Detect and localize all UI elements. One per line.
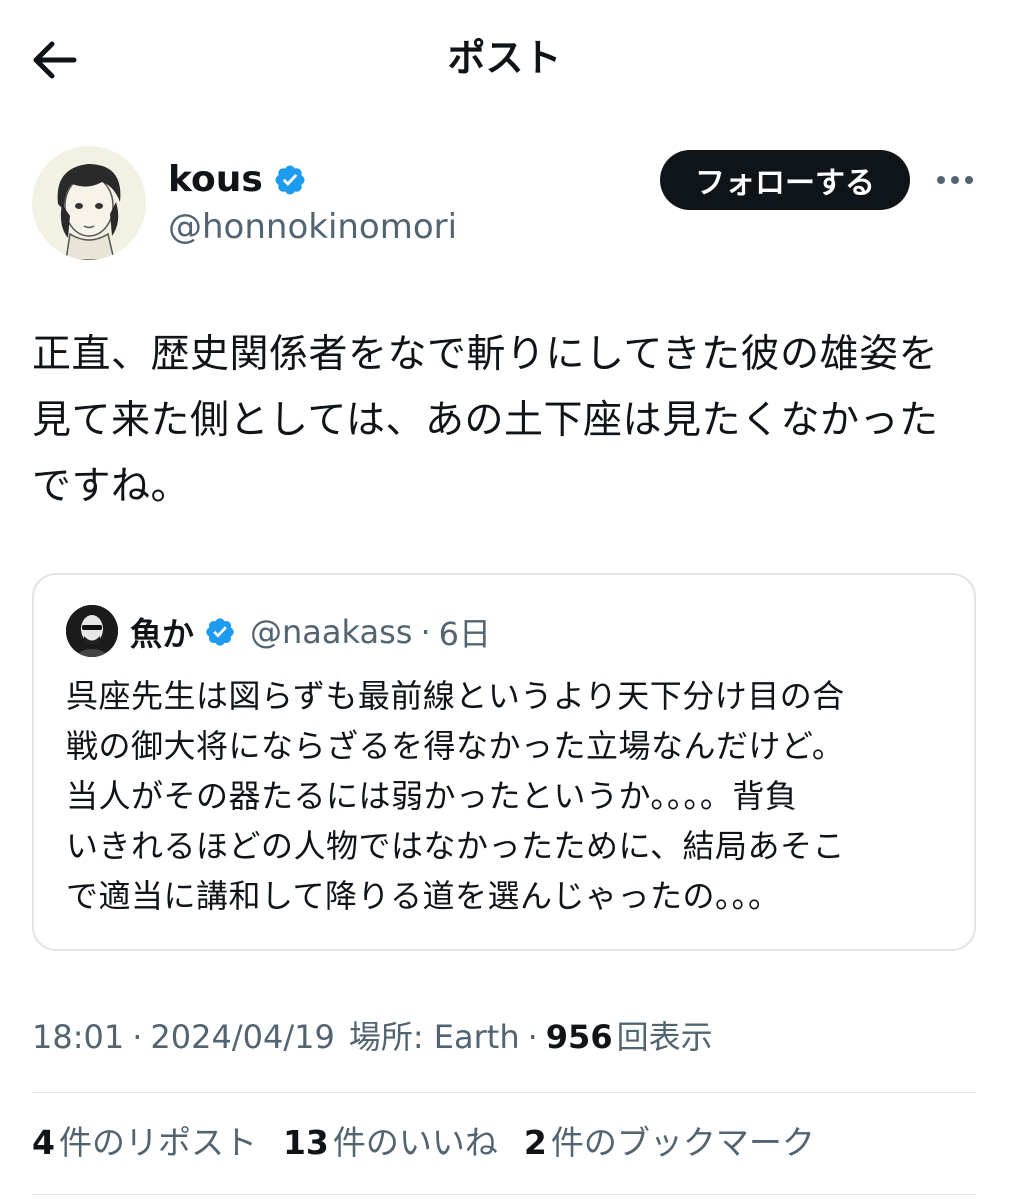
- quoted-post-card[interactable]: 魚か @naakass · 6日 呉座先生は図らずも最前線というより天下分け目の…: [32, 573, 976, 951]
- bookmarks-label: 件のブックマーク: [550, 1123, 815, 1162]
- likes-label: 件のいいね: [332, 1123, 498, 1162]
- likes-stat[interactable]: 13 件のいいね: [283, 1118, 498, 1168]
- quoted-text-line: いきれるほどの人物ではなかったために、結局あそこ: [66, 827, 846, 865]
- post-date[interactable]: 2024/04/19: [150, 1012, 334, 1062]
- more-icon-dot: [965, 176, 973, 184]
- author-avatar-illustration: [32, 146, 146, 260]
- quoted-text-line: 戦の御大将にならざるを得なかった立場なんだけど。: [66, 727, 845, 765]
- divider: [32, 1194, 976, 1195]
- more-icon: [937, 176, 945, 184]
- quoted-author-name: 魚か: [130, 615, 195, 653]
- author-handle[interactable]: @honnokinomori: [168, 204, 457, 250]
- views-label: 回表示: [616, 1018, 713, 1056]
- page-title: ポスト: [447, 36, 562, 80]
- views-count: 956: [545, 1018, 613, 1056]
- quoted-text-line: で適当に講和して降りる道を選んじゃったの。。。: [66, 877, 781, 915]
- reposts-stat[interactable]: 4 件のリポスト: [32, 1118, 257, 1168]
- quoted-post-text: 呉座先生は図らずも最前線というより天下分け目の合 戦の御大将にならざるを得なかっ…: [66, 671, 946, 921]
- quoted-author-avatar: [66, 605, 118, 657]
- author-avatar[interactable]: [32, 146, 146, 260]
- separator-dot: ·: [132, 1018, 143, 1056]
- follow-button[interactable]: フォローする: [660, 150, 910, 210]
- bookmarks-stat[interactable]: 2 件のブックマーク: [524, 1118, 815, 1168]
- quoted-post-time: 6日: [438, 615, 491, 653]
- reposts-label: 件のリポスト: [58, 1123, 257, 1162]
- reposts-count: 4: [32, 1123, 55, 1162]
- post-text-line: 正直、歴史関係者をなで斬りにしてきた彼の雄姿を: [32, 332, 939, 377]
- verified-badge-icon: [275, 165, 305, 195]
- post-text-line: 見て来た側としては、あの土下座は見たくなかった: [32, 398, 939, 443]
- quoted-text-line: 呉座先生は図らずも最前線というより天下分け目の合: [66, 677, 845, 715]
- more-options-button[interactable]: [930, 160, 980, 200]
- engagement-stats: 4 件のリポスト 13 件のいいね 2 件のブックマーク: [32, 1118, 841, 1168]
- post-text: 正直、歴史関係者をなで斬りにしてきた彼の雄姿を 見て来た側としては、あの土下座は…: [32, 322, 982, 520]
- bookmarks-count: 2: [523, 1123, 547, 1162]
- quoted-text-line: 当人がその器たるには弱かったというか。。。。背負: [66, 777, 798, 815]
- post-meta: 18:01 · 2024/04/19 場所: Earth · 956 回表示: [32, 1012, 713, 1062]
- author-name[interactable]: kous: [168, 156, 263, 204]
- quoted-author-handle: @naakass: [250, 613, 413, 651]
- divider: [32, 1092, 976, 1093]
- likes-count: 13: [282, 1123, 329, 1162]
- more-icon-dot: [951, 176, 959, 184]
- author-name-row[interactable]: kous: [168, 156, 307, 204]
- separator-dot: ·: [420, 613, 431, 651]
- post-text-line: ですね。: [32, 464, 191, 509]
- separator-dot: ·: [527, 1018, 538, 1056]
- post-location: 場所: Earth: [348, 1018, 520, 1056]
- verified-badge-icon: [206, 618, 234, 646]
- post-time[interactable]: 18:01: [32, 1012, 124, 1062]
- quoted-avatar-illustration: [66, 605, 118, 657]
- quoted-post-header: 魚か @naakass · 6日: [130, 607, 491, 657]
